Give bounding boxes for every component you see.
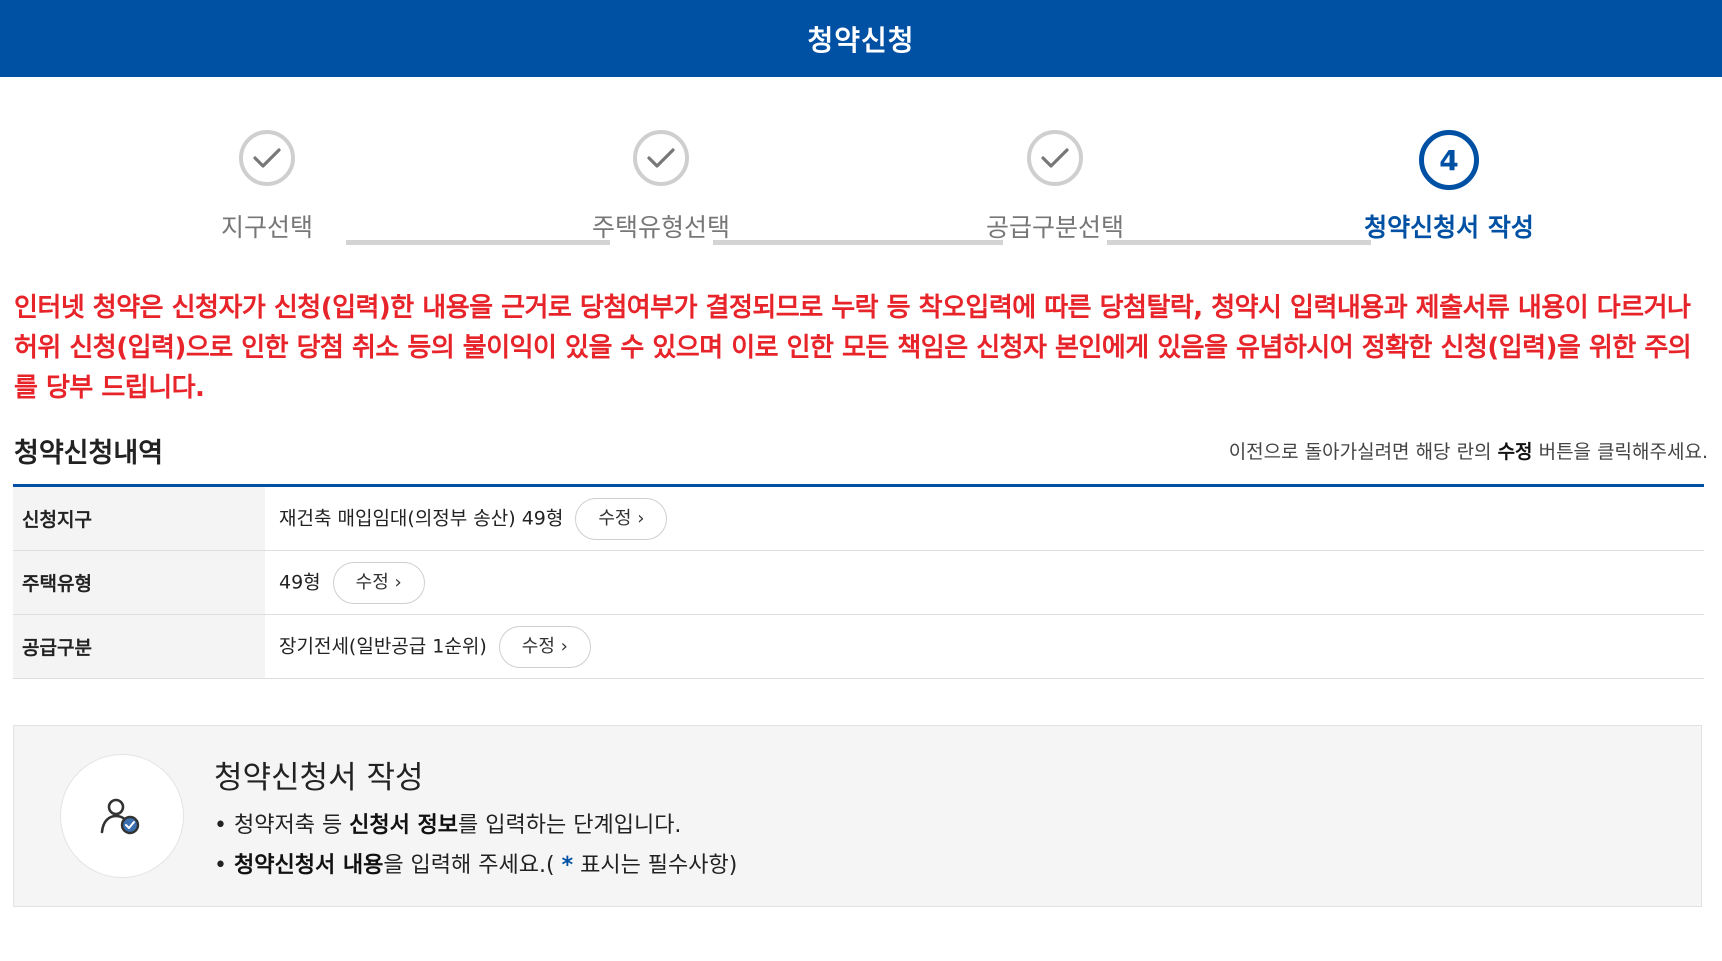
step-label: 지구선택 [220, 213, 313, 242]
history-title: 청약신청내역 [14, 438, 164, 469]
step-4: 4 청약신청서 작성 [1339, 130, 1559, 244]
step-label: 공급구분선택 [985, 213, 1124, 242]
page-header: 청약신청 [0, 0, 1722, 77]
check-icon [239, 130, 295, 186]
step-3: 공급구분선택 [945, 130, 1165, 244]
step-label: 청약신청서 작성 [1364, 213, 1534, 242]
table-row: 신청지구 재건축 매입임대(의정부 송산) 49형 수정 › [13, 485, 1704, 551]
step-label: 주택유형선택 [591, 213, 730, 242]
row-value-text: 49형 [279, 571, 321, 593]
row-value-text: 재건축 매입임대(의정부 송산) 49형 [279, 507, 564, 529]
form-info-box: 청약신청서 작성 청약저축 등 신청서 정보를 입력하는 단계입니다. 청약신청… [13, 725, 1702, 907]
history-hint: 이전으로 돌아가실려면 해당 란의 수정 버튼을 클릭해주세요. [1228, 441, 1708, 463]
edit-supply-type-button[interactable]: 수정 › [498, 625, 591, 668]
history-table: 신청지구 재건축 매입임대(의정부 송산) 49형 수정 › 주택유형 49형 수정… [13, 484, 1704, 679]
check-icon [633, 130, 689, 186]
row-value-text: 장기전세(일반공급 1순위) [279, 635, 487, 657]
list-item: 청약신청서 내용을 입력해 주세요.( * 표시는 필수사항) [214, 846, 737, 886]
row-label: 공급구분 [13, 614, 265, 679]
step-2: 주택유형선택 [551, 130, 771, 244]
edit-district-button[interactable]: 수정 › [575, 497, 668, 540]
required-star: * [561, 853, 574, 878]
row-value: 재건축 매입임대(의정부 송산) 49형 수정 › [265, 485, 1704, 551]
step-number: 4 [1419, 130, 1479, 190]
table-row: 주택유형 49형 수정 › [13, 550, 1704, 615]
row-value: 장기전세(일반공급 1순위) 수정 › [265, 614, 1704, 679]
form-info-list: 청약저축 등 신청서 정보를 입력하는 단계입니다. 청약신청서 내용을 입력해… [214, 806, 737, 886]
form-info-title: 청약신청서 작성 [214, 760, 424, 796]
row-label: 신청지구 [13, 485, 265, 551]
step-indicator: 지구선택 주택유형선택 공급구분선택 4 청약신청서 작성 [0, 77, 1722, 262]
edit-house-type-button[interactable]: 수정 › [332, 561, 425, 604]
row-label: 주택유형 [13, 550, 265, 615]
page-title: 청약신청 [807, 23, 915, 57]
step-1: 지구선택 [157, 130, 377, 244]
row-value: 49형 수정 › [265, 550, 1704, 615]
warning-notice: 인터넷 청약은 신청자가 신청(입력)한 내용을 근거로 당첨여부가 결정되므로… [14, 293, 1692, 403]
list-item: 청약저축 등 신청서 정보를 입력하는 단계입니다. [214, 806, 737, 846]
user-check-icon [60, 754, 184, 878]
check-icon [1027, 130, 1083, 186]
history-header: 청약신청내역 이전으로 돌아가실려면 해당 란의 수정 버튼을 클릭해주세요. [14, 426, 1708, 470]
table-row: 공급구분 장기전세(일반공급 1순위) 수정 › [13, 614, 1704, 679]
